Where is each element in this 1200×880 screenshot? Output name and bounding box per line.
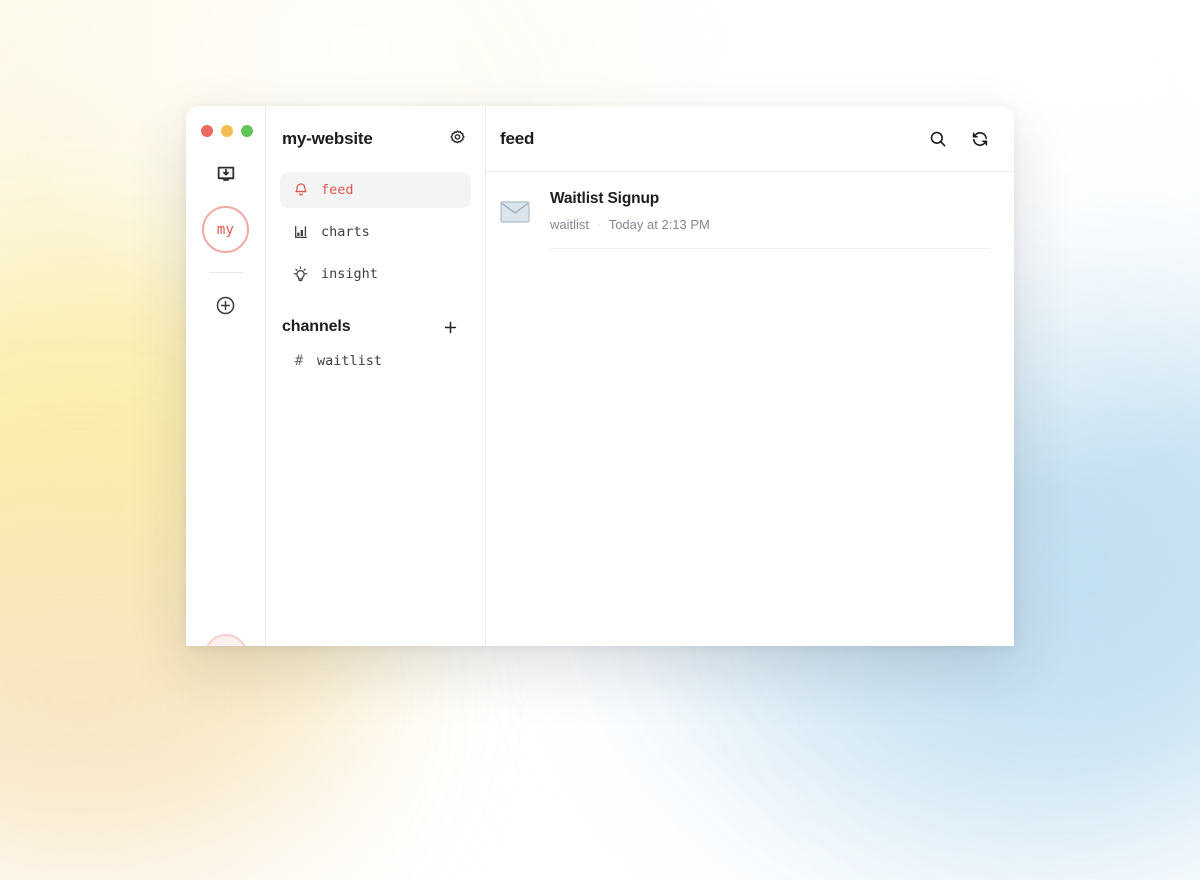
feed-item-channel: waitlist: [550, 217, 589, 232]
sidebar-item-feed[interactable]: feed: [280, 172, 471, 208]
main-header: feed: [486, 106, 1014, 172]
meta-separator: ·: [597, 219, 601, 231]
envelope-icon: [500, 190, 530, 249]
sidebar-item-charts[interactable]: charts: [280, 214, 471, 250]
sidebar-item-charts-label: charts: [321, 224, 370, 240]
inbox-download-icon[interactable]: [211, 160, 241, 190]
lightbulb-icon: [292, 266, 309, 283]
header-actions: [928, 129, 990, 149]
sidebar-channel-waitlist-label: waitlist: [317, 353, 382, 369]
sidebar-header: my-website: [280, 106, 471, 172]
main-panel: feed: [486, 106, 1014, 646]
workspace-title: my-website: [282, 129, 373, 149]
sidebar: my-website feed: [266, 106, 486, 646]
workspace-rail: my: [186, 106, 266, 646]
feed-item-body: Waitlist Signup waitlist · Today at 2:13…: [550, 190, 990, 249]
bell-icon: [292, 182, 309, 199]
page-title: feed: [500, 129, 534, 149]
hash-icon: #: [292, 353, 306, 369]
channels-section-header: channels: [280, 318, 471, 336]
rail-divider: [209, 272, 243, 273]
sidebar-channel-waitlist[interactable]: # waitlist: [280, 344, 471, 378]
minimize-button[interactable]: [221, 125, 233, 137]
refresh-icon[interactable]: [970, 129, 990, 149]
plus-icon[interactable]: [442, 319, 459, 336]
bar-chart-icon: [292, 224, 309, 241]
feed-list: Waitlist Signup waitlist · Today at 2:13…: [486, 172, 1014, 249]
search-icon[interactable]: [928, 129, 948, 149]
close-button[interactable]: [201, 125, 213, 137]
sidebar-item-insight-label: insight: [321, 266, 378, 282]
workspace-avatar-label: my: [217, 222, 234, 238]
workspace-avatar-partial[interactable]: [204, 634, 248, 646]
feed-item[interactable]: Waitlist Signup waitlist · Today at 2:13…: [500, 172, 990, 249]
workspace-avatar-my[interactable]: my: [202, 206, 249, 253]
feed-item-timestamp: Today at 2:13 PM: [609, 217, 710, 232]
maximize-button[interactable]: [241, 125, 253, 137]
gear-icon[interactable]: [448, 129, 468, 149]
plus-circle-icon[interactable]: [214, 293, 238, 317]
sidebar-item-insight[interactable]: insight: [280, 256, 471, 292]
feed-item-title: Waitlist Signup: [550, 190, 990, 208]
sidebar-item-feed-label: feed: [321, 182, 354, 198]
feed-item-meta: waitlist · Today at 2:13 PM: [550, 217, 990, 232]
window-controls: [201, 125, 253, 137]
app-window: my my-website: [186, 106, 1014, 646]
channels-section-title: channels: [282, 318, 351, 336]
